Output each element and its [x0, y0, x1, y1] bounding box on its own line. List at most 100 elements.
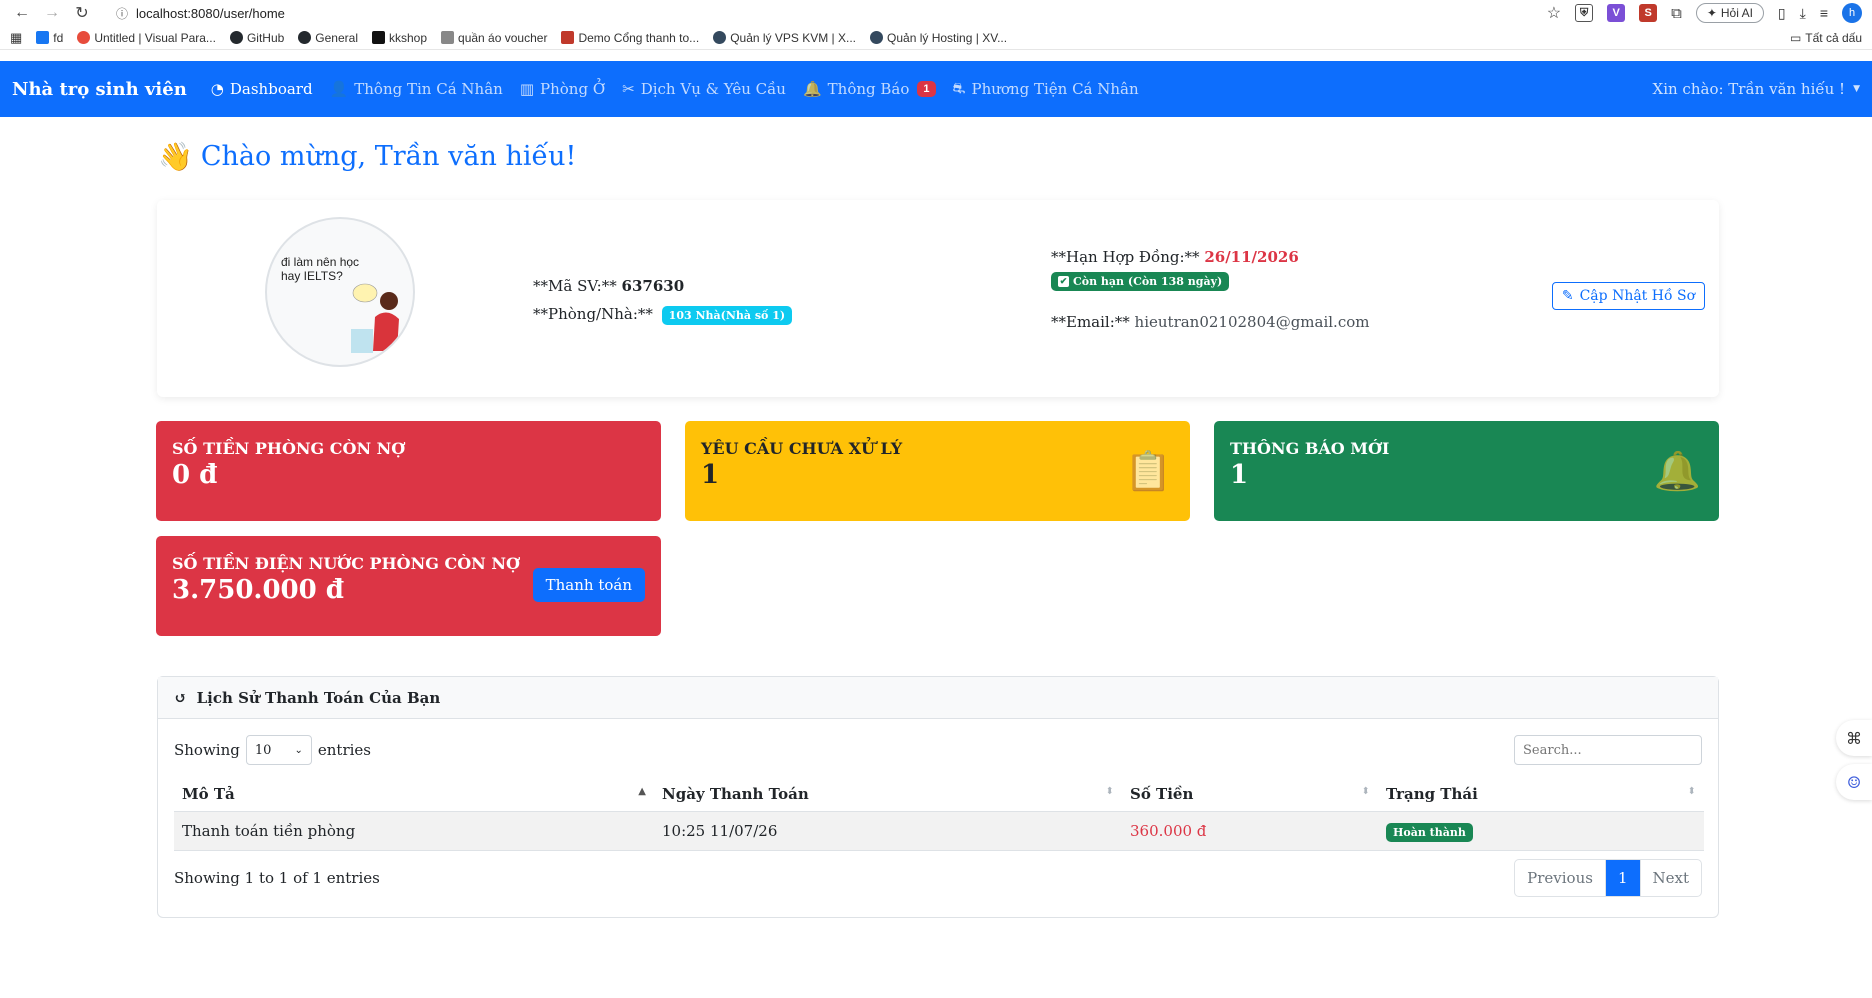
welcome-text: Chào mừng, Trần văn hiếu! — [200, 141, 577, 172]
building-icon: ▥ — [519, 80, 534, 98]
nav-personal-info[interactable]: 👤 Thông Tin Cá Nhân — [330, 80, 503, 98]
s-extension-icon[interactable]: S — [1639, 4, 1658, 22]
student-id-row: **Mã SV:** 637630 — [533, 277, 685, 295]
update-profile-button[interactable]: ✎ Cập Nhật Hồ Sơ — [1551, 282, 1705, 310]
v-extension-icon[interactable]: V — [1607, 4, 1626, 22]
nav-dashboard[interactable]: ◔ Dashboard — [211, 80, 313, 98]
profile-contract-info: **Hạn Hợp Đồng:** 26/11/2026 ✔ Còn hạn (C… — [1051, 248, 1369, 331]
chevron-down-icon: ⌄ — [294, 744, 303, 756]
student-id: 637630 — [621, 277, 685, 295]
row-status: Hoàn thành — [1378, 811, 1704, 851]
column-amount[interactable]: Số Tiền ⬍ — [1122, 777, 1378, 812]
column-status[interactable]: Trạng Thái ⬍ — [1378, 777, 1704, 812]
edit-icon: ✎ — [1561, 288, 1574, 304]
contract-date: 26/11/2026 — [1204, 248, 1299, 266]
pagination-page-1[interactable]: 1 — [1605, 860, 1641, 896]
pagination-next[interactable]: Next — [1641, 860, 1702, 896]
status-badge: Hoàn thành — [1386, 823, 1473, 842]
forward-icon[interactable]: → — [40, 4, 64, 22]
motorcycle-icon: ⛐ — [952, 79, 966, 97]
pending-requests-title: Yêu cầu chưa xử lý — [701, 439, 903, 458]
browser-toolbar: ← → ↻ ⓘ localhost:8080/user/home ☆ ⛨ V S… — [0, 0, 1872, 26]
payment-history-card: ↺ Lịch Sử Thanh Toán Của Bạn Showing 10 ⌄… — [157, 676, 1719, 918]
bookmark-fd[interactable]: fd — [36, 31, 63, 45]
facebook-icon — [36, 31, 50, 44]
email-value: hieutran02102804@gmail.com — [1134, 313, 1370, 331]
extensions-puzzle-icon[interactable]: ⧉ — [1671, 5, 1682, 22]
payment-history-table: Mô Tả ▲ Ngày Thanh Toán ⬍ Số Tiền ⬍ Trạng T… — [174, 777, 1704, 851]
back-icon[interactable]: ← — [10, 4, 34, 22]
pending-requests-value: 1 — [701, 460, 720, 490]
person-icon — [713, 31, 727, 44]
avatar-illustration — [351, 283, 399, 353]
main-navbar: Nhà trọ sinh viên ◔ Dashboard 👤 Thông Tin … — [0, 61, 1872, 117]
new-notifications-value: 1 — [1230, 460, 1249, 490]
command-shortcut-icon[interactable]: ⌘ — [1836, 720, 1872, 756]
user-icon: 👤 — [329, 80, 349, 98]
history-icon: ↺ — [174, 688, 187, 707]
email-row: **Email:** hieutran02102804@gmail.com — [1051, 313, 1370, 331]
check-icon: ✔ — [1058, 276, 1069, 287]
bookmark-visual-paradigm[interactable]: Untitled | Visual Para... — [77, 31, 216, 45]
room-row: **Phòng/Nhà:** 103 Nhà(Nhà số 1) — [533, 300, 793, 330]
room-debt-value: 0 đ — [172, 460, 218, 490]
sparkle-icon: ✦ — [1706, 6, 1717, 20]
dashboard-icon: ◔ — [210, 80, 224, 98]
nav-vehicles[interactable]: ⛐ Phương Tiện Cá Nhân — [953, 79, 1139, 99]
pagination-previous[interactable]: Previous — [1515, 860, 1606, 896]
apps-grid-icon[interactable]: ▦ — [10, 30, 22, 46]
page-length-select[interactable]: 10 ⌄ — [245, 735, 312, 765]
room-debt-card: Số tiền phòng còn nợ 0 đ — [156, 421, 661, 521]
nav-room[interactable]: ▥ Phòng Ở — [520, 80, 605, 98]
bookmark-demo-cong[interactable]: Demo Cổng thanh to... — [561, 31, 699, 45]
assistant-bot-icon[interactable]: ☺ — [1836, 764, 1872, 800]
profile-basic-info: **Mã SV:** 637630 **Phòng/Nhà:** 103 Nhà… — [533, 272, 793, 330]
clipboard-list-icon: 📋 — [1124, 449, 1172, 493]
sort-icon: ⬍ — [1105, 786, 1114, 797]
utility-debt-card: Số tiền điện nước phòng còn nợ 3.750.000… — [156, 536, 661, 636]
media-control-icon[interactable]: ≡ — [1820, 5, 1828, 21]
nav-services[interactable]: ✂ Dịch Vụ & Yêu Cầu — [622, 80, 786, 98]
pay-button[interactable]: Thanh toán — [532, 568, 645, 602]
ask-ai-button[interactable]: ✦ Hỏi AI — [1695, 3, 1764, 23]
all-bookmarks[interactable]: ▭ Tất cả dấu — [1790, 31, 1862, 45]
bookmark-github[interactable]: GitHub — [229, 31, 284, 45]
github-icon — [298, 31, 312, 44]
column-date[interactable]: Ngày Thanh Toán ⬍ — [654, 777, 1122, 812]
user-dropdown[interactable]: Xin chào: Trần văn hiếu ! ▼ — [1653, 80, 1860, 98]
profile-card: đi làm nên học hay IELTS? **Mã SV:** 637… — [157, 200, 1719, 397]
contract-status-badge: ✔ Còn hạn (Còn 138 ngày) — [1051, 272, 1230, 291]
brand[interactable]: Nhà trọ sinh viên — [12, 79, 187, 100]
shield-extension-icon[interactable]: ⛨ — [1575, 4, 1594, 22]
table-search-input[interactable] — [1514, 735, 1702, 765]
bookmark-quan-ao[interactable]: quần áo voucher — [441, 31, 547, 45]
welcome-heading: 👋 Chào mừng, Trần văn hiếu! — [158, 140, 576, 173]
bookmark-kkshop[interactable]: kkshop — [372, 31, 427, 45]
bell-icon: 🔔 — [1653, 449, 1701, 493]
url-text[interactable]: localhost:8080/user/home — [136, 6, 285, 21]
sort-icon: ⬍ — [1361, 786, 1370, 797]
notification-count-badge: 1 — [917, 81, 936, 97]
bookmark-hosting[interactable]: Quản lý Hosting | XV... — [870, 31, 1007, 45]
profile-avatar[interactable]: h — [1842, 3, 1862, 23]
address-bar[interactable]: ⓘ localhost:8080/user/home — [108, 2, 1547, 24]
room-badge: 103 Nhà(Nhà số 1) — [661, 306, 793, 325]
avatar: đi làm nên học hay IELTS? — [265, 217, 415, 367]
vp-icon — [561, 31, 575, 44]
row-amount: 360.000 đ — [1122, 811, 1378, 851]
bookmark-general[interactable]: General — [298, 31, 358, 45]
row-description: Thanh toán tiền phòng — [174, 811, 654, 851]
side-panel-icon[interactable]: ▯ — [1778, 5, 1786, 22]
reload-icon[interactable]: ↻ — [70, 3, 94, 23]
nav-notifications[interactable]: 🔔 Thông Báo 1 — [803, 80, 936, 98]
column-description[interactable]: Mô Tả ▲ — [174, 777, 654, 812]
tools-icon: ✂ — [622, 80, 635, 98]
download-icon[interactable]: ⤓ — [1800, 5, 1806, 22]
bookmark-star-icon[interactable]: ☆ — [1547, 3, 1561, 23]
waving-hand-icon: 👋 — [158, 140, 193, 173]
tag-icon — [441, 31, 455, 44]
site-info-icon[interactable]: ⓘ — [116, 5, 128, 22]
pending-requests-card: Yêu cầu chưa xử lý 1 📋 — [685, 421, 1190, 521]
contract-row: **Hạn Hợp Đồng:** 26/11/2026 — [1051, 248, 1299, 266]
bookmark-vps[interactable]: Quản lý VPS KVM | X... — [713, 31, 856, 45]
